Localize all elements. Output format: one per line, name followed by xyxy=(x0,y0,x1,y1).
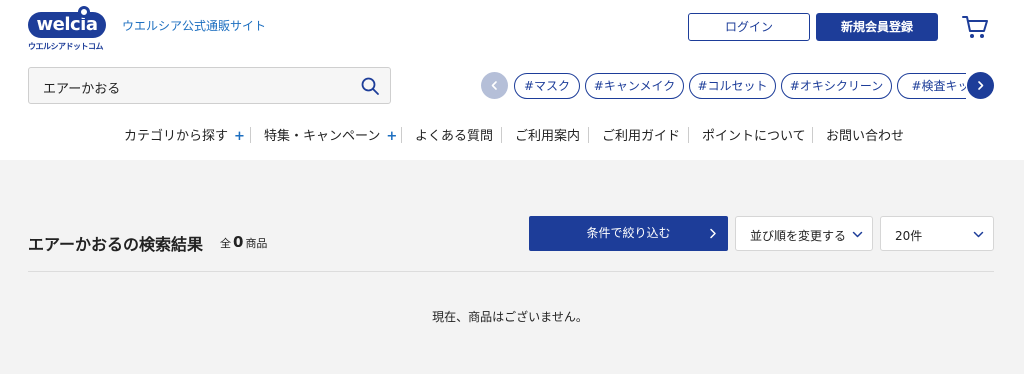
nav-divider xyxy=(250,127,251,143)
per-page-select-value: 20件 xyxy=(895,229,923,243)
per-page-select[interactable]: 20件 xyxy=(880,216,994,251)
site-tagline: ウエルシア公式通販サイト xyxy=(122,19,267,33)
logo-subtext: ウエルシアドットコム xyxy=(28,42,104,51)
nav-divider xyxy=(688,127,689,143)
welcia-logo[interactable]: welcia ウエルシアドットコム xyxy=(28,6,108,52)
global-nav: カテゴリから探す + 特集・キャンペーン + よくある質問 ご利用案内 ご利用ガイド… xyxy=(0,122,1024,148)
chevron-left-icon xyxy=(491,81,497,90)
search-input[interactable]: エアーかおる xyxy=(28,67,391,104)
logo-wordmark: welcia xyxy=(28,12,106,38)
tags-next-button[interactable] xyxy=(967,72,994,99)
filter-button[interactable]: 条件で絞り込む xyxy=(529,216,728,251)
nav-item-points[interactable]: ポイントについて xyxy=(702,125,806,144)
search-results-section: エアーかおるの検索結果 全 0 商品 条件で絞り込む 並び順を変更する 20件 現在… xyxy=(0,160,1024,374)
tag-chip[interactable]: #キャンメイク xyxy=(585,73,684,99)
search-icon[interactable] xyxy=(360,76,380,96)
search-input-value: エアーかおる xyxy=(43,82,121,97)
tag-chip[interactable]: #コルセット xyxy=(689,73,776,99)
sort-select-value: 並び順を変更する xyxy=(750,229,847,243)
nav-divider xyxy=(401,127,402,143)
nav-item-features[interactable]: 特集・キャンペーン + xyxy=(264,125,397,144)
chevron-down-icon xyxy=(973,231,984,238)
chevron-right-icon xyxy=(978,81,984,90)
register-button[interactable]: 新規会員登録 xyxy=(816,13,938,41)
plus-icon: + xyxy=(386,129,398,144)
nav-divider xyxy=(501,127,502,143)
count-suffix: 商品 xyxy=(245,237,268,250)
plus-icon: + xyxy=(234,129,245,144)
results-divider xyxy=(28,271,994,272)
nav-item-contact[interactable]: お問い合わせ xyxy=(826,125,904,144)
nav-item-label: カテゴリから探す xyxy=(124,129,229,144)
tag-chip[interactable]: #検査キット xyxy=(897,73,966,99)
chevron-right-icon xyxy=(710,228,716,239)
tags-prev-button[interactable] xyxy=(481,72,508,99)
nav-divider xyxy=(812,127,813,143)
empty-results-message: 現在、商品はございません。 xyxy=(432,310,588,324)
nav-item-label: 特集・キャンペーン xyxy=(264,129,381,144)
nav-item-usage-info[interactable]: ご利用案内 xyxy=(515,125,580,144)
tag-chip[interactable]: #マスク xyxy=(514,73,580,99)
nav-item-faq[interactable]: よくある質問 xyxy=(415,125,493,144)
filter-button-label: 条件で絞り込む xyxy=(586,226,671,240)
nav-item-usage-guide[interactable]: ご利用ガイド xyxy=(602,125,680,144)
chevron-down-icon xyxy=(852,231,863,238)
tag-chip[interactable]: #オキシクリーン xyxy=(781,73,892,99)
tag-carousel: #マスク #キャンメイク #コルセット #オキシクリーン #検査キット xyxy=(514,72,966,100)
count-prefix: 全 xyxy=(220,237,231,250)
nav-item-categories[interactable]: カテゴリから探す + xyxy=(124,125,245,144)
results-count: 全 0 商品 xyxy=(220,233,267,251)
sort-select[interactable]: 並び順を変更する xyxy=(735,216,873,251)
cart-icon[interactable] xyxy=(961,14,989,40)
nav-divider xyxy=(588,127,589,143)
logo-dot xyxy=(78,6,90,18)
login-button[interactable]: ログイン xyxy=(688,13,810,41)
results-heading: エアーかおるの検索結果 xyxy=(28,235,204,254)
site-header: welcia ウエルシアドットコム ウエルシア公式通販サイト ログイン 新規会員… xyxy=(0,0,1024,160)
count-number: 0 xyxy=(233,233,244,251)
